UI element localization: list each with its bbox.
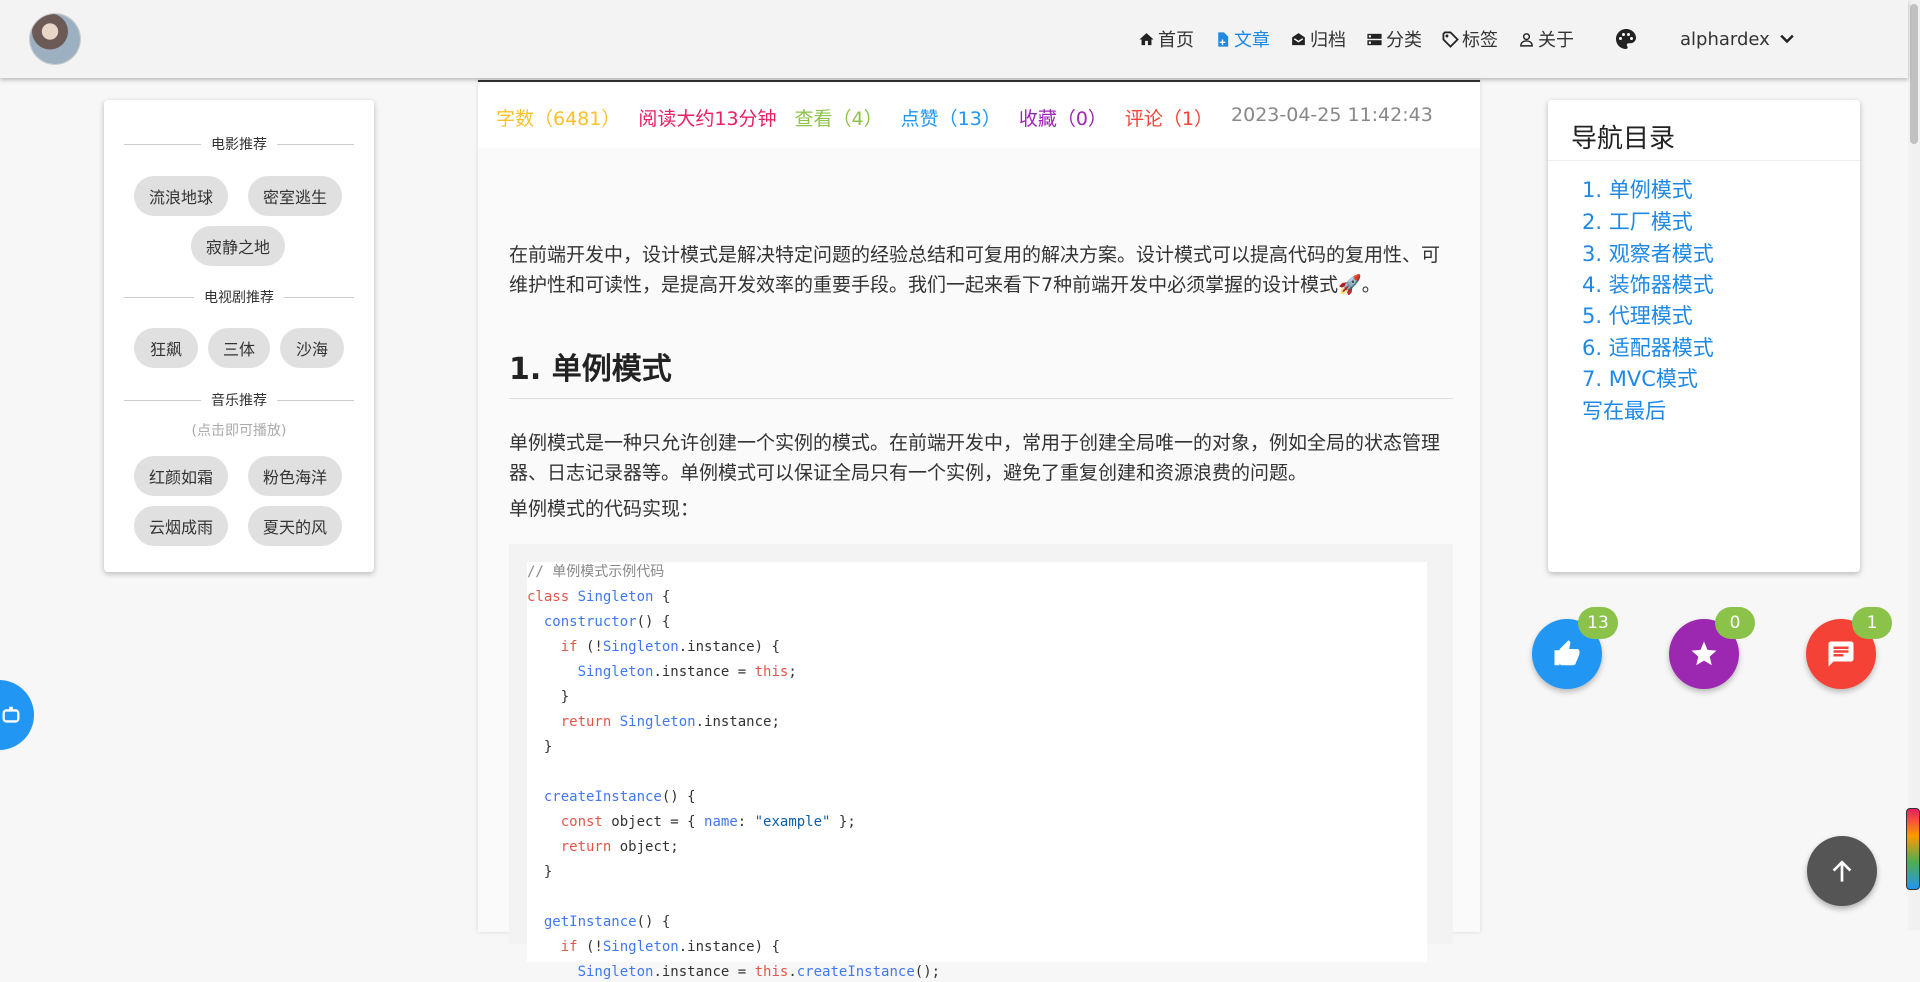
main-nav: 首页 文章 归档 分类 标签 关于 alphardex [1138, 0, 1797, 78]
user-menu[interactable]: alphardex [1680, 29, 1797, 50]
music-player-tab[interactable] [1906, 808, 1920, 890]
recommend-card: 电影推荐 流浪地球 密室逃生 寂静之地 电视剧推荐 狂飙 三体 沙海 音乐推荐 … [104, 100, 374, 572]
music-chip[interactable]: 红颜如霜 [134, 456, 228, 496]
nav-articles-label: 文章 [1234, 30, 1270, 51]
top-navbar: 首页 文章 归档 分类 标签 关于 alphardex [0, 0, 1908, 78]
theme-button[interactable] [1614, 27, 1638, 51]
word-count: 字数（6481） [496, 108, 621, 130]
music-chip[interactable]: 夏天的风 [248, 506, 342, 546]
toc-item[interactable]: 3. 观察者模式 [1582, 238, 1714, 268]
movie-chip[interactable]: 寂静之地 [191, 226, 285, 266]
category-icon [1367, 33, 1382, 45]
home-icon [1139, 32, 1154, 45]
tv-section-title: 电视剧推荐 [124, 287, 354, 307]
toc-divider [1548, 160, 1860, 161]
tv-chip[interactable]: 三体 [208, 328, 270, 368]
article-content: 在前端开发中，设计模式是解决特定问题的经验总结和可复用的解决方案。设计模式可以提… [478, 148, 1480, 980]
like-count: 点赞（13） [900, 108, 1001, 130]
singleton-paragraph: 单例模式是一种只允许创建一个实例的模式。在前端开发中，常用于创建全局唯一的对象，… [509, 432, 1441, 484]
toc-item[interactable]: 5. 代理模式 [1582, 300, 1693, 330]
nav-tags-label: 标签 [1462, 30, 1498, 51]
tv-chip[interactable]: 沙海 [280, 328, 344, 368]
intro-paragraph: 在前端开发中，设计模式是解决特定问题的经验总结和可复用的解决方案。设计模式可以提… [509, 244, 1441, 296]
back-to-top-button[interactable] [1807, 836, 1877, 906]
like-button[interactable]: 13 [1532, 607, 1618, 689]
nav-category-label: 分类 [1386, 30, 1422, 51]
article-panel: 字数（6481） 阅读大约13分钟 查看（4） 点赞（13） 收藏（0） 评论（… [478, 80, 1480, 980]
code-comment: // 单例模式示例代码 [527, 564, 665, 580]
publish-date: 2023-04-25 11:42:43 [1231, 104, 1433, 126]
code-content: // 单例模式示例代码 class Singleton { constructo… [527, 562, 1427, 980]
star-icon [1691, 641, 1717, 666]
tv-chip[interactable]: 狂飙 [134, 328, 198, 368]
comment-button[interactable]: 1 [1806, 607, 1892, 689]
toc-item[interactable]: 写在最后 [1582, 395, 1666, 425]
toc-item[interactable]: 1. 单例模式 [1582, 174, 1693, 204]
nav-about[interactable]: 关于 [1518, 26, 1574, 52]
scrollbar-thumb[interactable] [1910, 4, 1918, 144]
person-icon [1520, 32, 1533, 47]
favorite-button[interactable]: 0 [1669, 607, 1755, 689]
file-icon [1218, 31, 1229, 47]
nav-articles[interactable]: 文章 [1214, 26, 1270, 52]
code-intro: 单例模式的代码实现： [509, 498, 700, 520]
thumbs-up-icon [1554, 640, 1580, 666]
toc-card: 导航目录 1. 单例模式 2. 工厂模式 3. 观察者模式 4. 装饰器模式 5… [1548, 100, 1860, 572]
chevron-down-icon [1780, 34, 1794, 44]
nav-home-label: 首页 [1158, 30, 1194, 51]
archive-icon [1292, 32, 1305, 45]
music-chip[interactable]: 云烟成雨 [134, 506, 228, 546]
toc-title: 导航目录 [1571, 124, 1676, 154]
robot-icon [2, 706, 20, 723]
avatar[interactable] [30, 14, 80, 64]
comment-badge: 1 [1852, 607, 1892, 639]
music-hint: (点击即可播放) [191, 423, 287, 439]
toc-item[interactable]: 4. 装饰器模式 [1582, 269, 1714, 299]
nav-archive-label: 归档 [1310, 30, 1346, 51]
movie-chip[interactable]: 密室逃生 [248, 176, 342, 216]
tag-icon [1442, 31, 1459, 48]
comment-count: 评论（1） [1124, 108, 1214, 130]
article-meta: 字数（6481） 阅读大约13分钟 查看（4） 点赞（13） 收藏（0） 评论（… [496, 104, 1433, 131]
page-scrollbar[interactable] [1908, 0, 1920, 930]
music-chip[interactable]: 粉色海洋 [248, 456, 342, 496]
nav-home[interactable]: 首页 [1138, 26, 1194, 52]
music-section-title: 音乐推荐 [124, 390, 354, 410]
toc-item[interactable]: 7. MVC模式 [1582, 363, 1698, 393]
chat-icon [1828, 641, 1854, 667]
code-block: // 单例模式示例代码 class Singleton { constructo… [509, 544, 1453, 980]
nav-category[interactable]: 分类 [1366, 26, 1422, 52]
toc-item[interactable]: 2. 工厂模式 [1582, 206, 1693, 236]
arrow-up-icon [1832, 860, 1852, 882]
nav-archive[interactable]: 归档 [1290, 26, 1346, 52]
palette-icon [1616, 29, 1636, 49]
view-count: 查看（4） [794, 108, 883, 130]
toc-item[interactable]: 6. 适配器模式 [1582, 332, 1714, 362]
favorite-badge: 0 [1715, 607, 1755, 639]
side-drawer-button[interactable] [0, 680, 34, 750]
nav-tags[interactable]: 标签 [1442, 26, 1498, 52]
section-heading: 1. 单例模式 [509, 344, 1453, 399]
favorite-count: 收藏（0） [1018, 108, 1107, 130]
movie-chip[interactable]: 流浪地球 [134, 176, 228, 216]
like-badge: 13 [1578, 607, 1618, 639]
username: alphardex [1680, 28, 1770, 50]
nav-about-label: 关于 [1538, 30, 1574, 51]
read-time: 阅读大约13分钟 [638, 108, 777, 130]
movies-section-title: 电影推荐 [124, 134, 354, 154]
